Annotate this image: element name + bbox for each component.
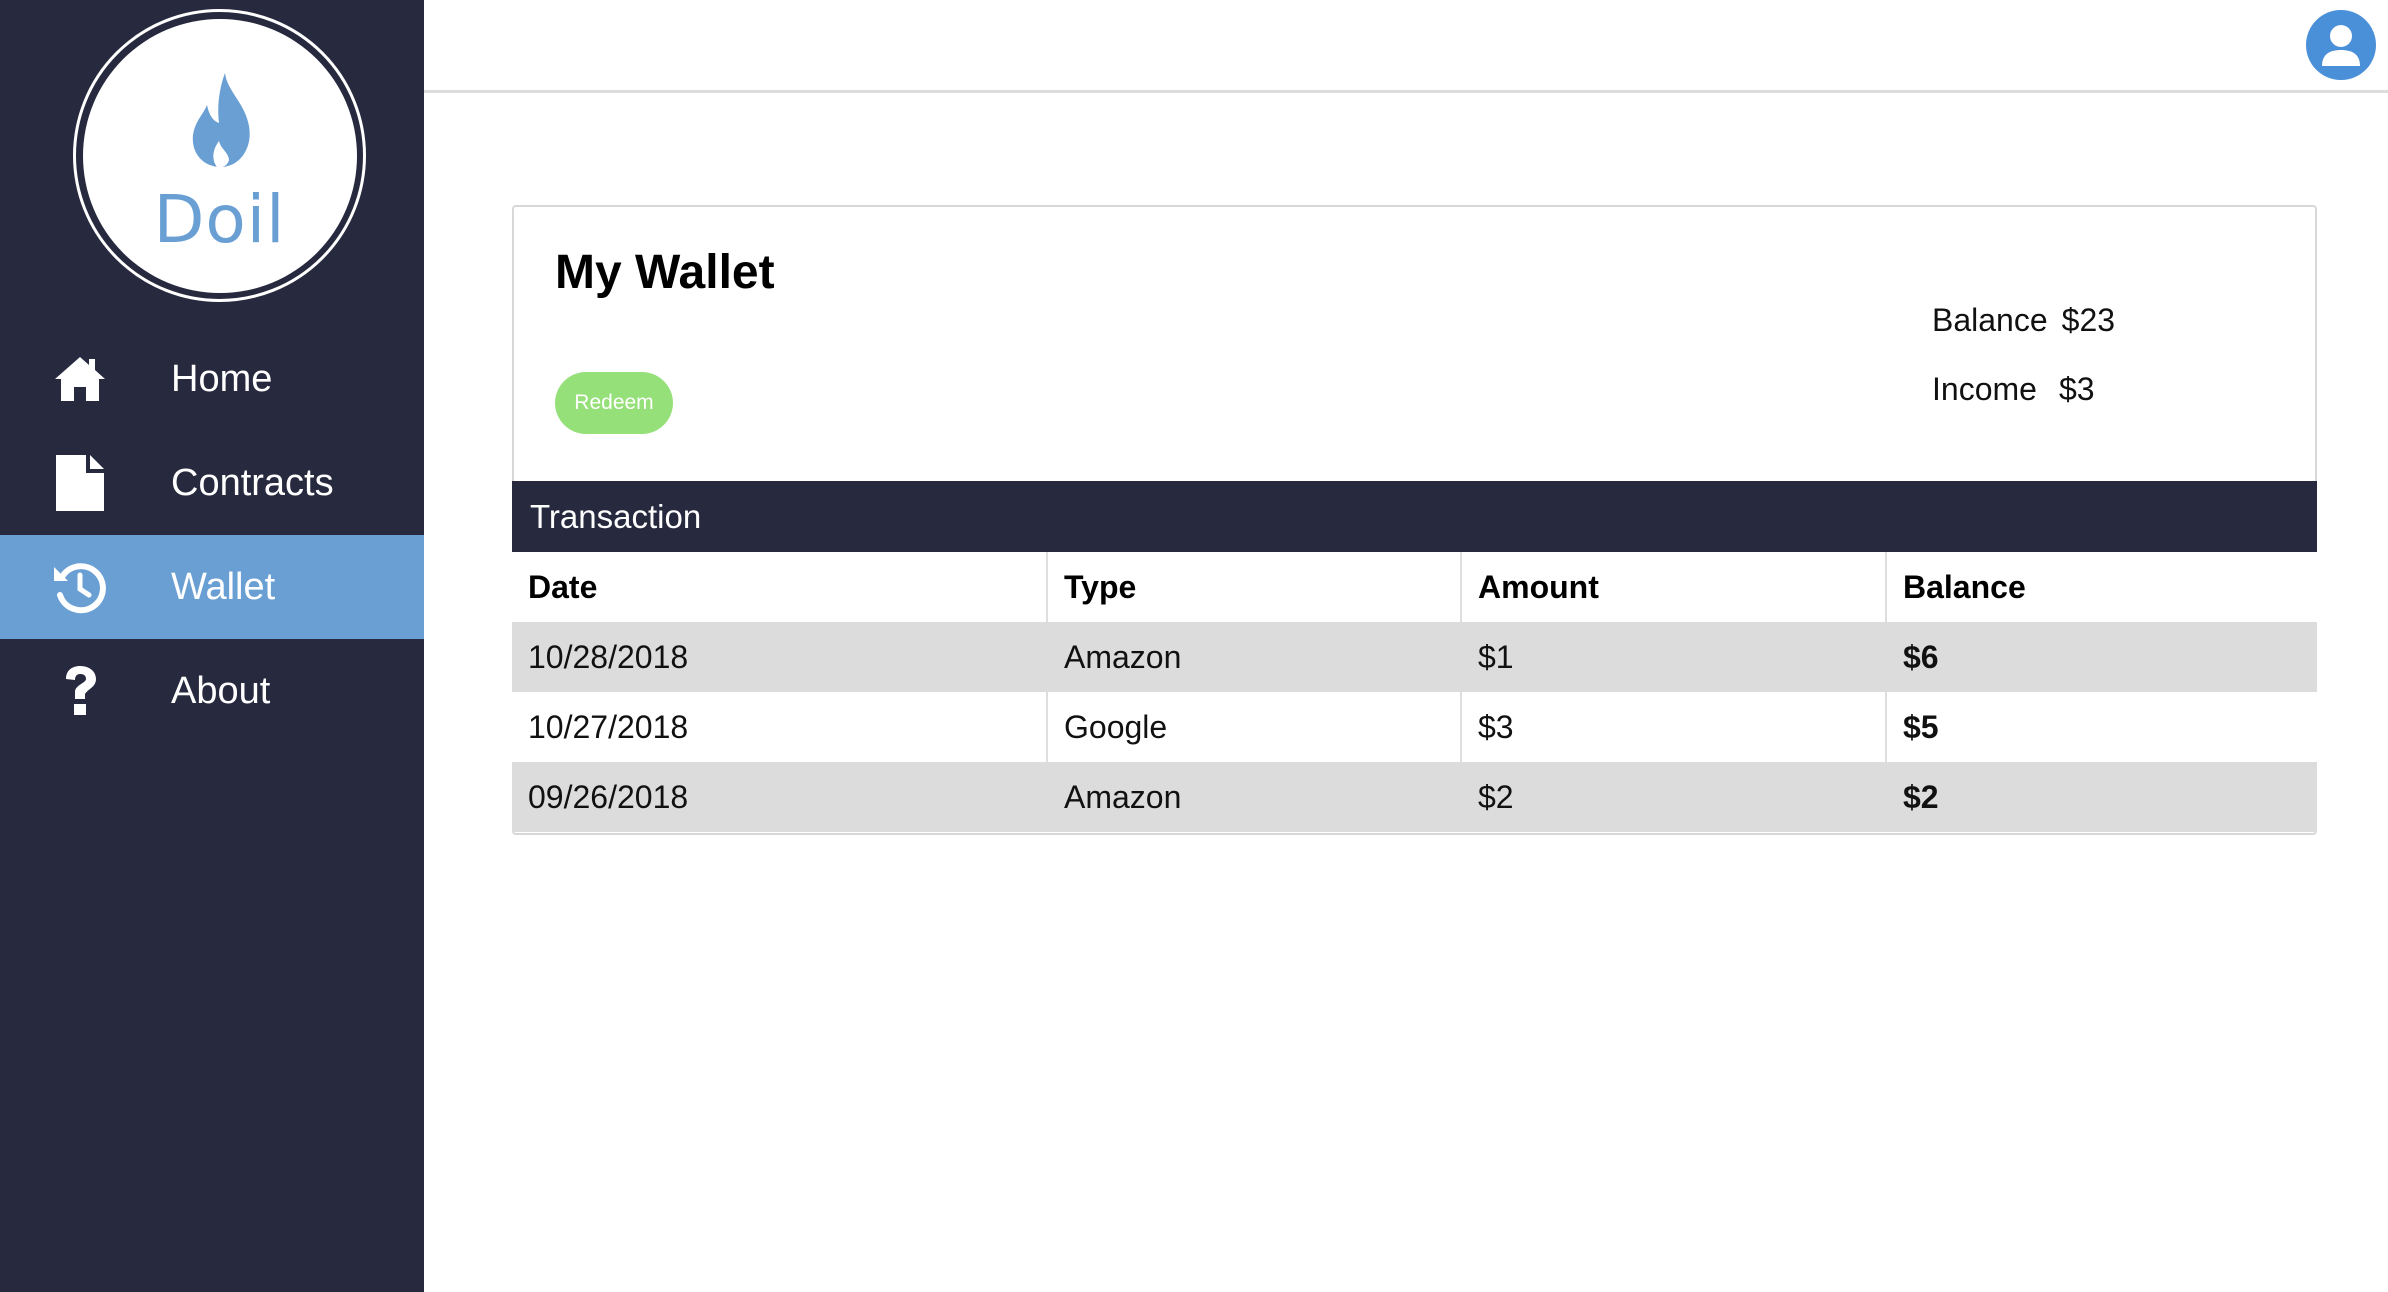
column-header-balance[interactable]: Balance xyxy=(1885,552,2317,622)
sidebar-item-contracts[interactable]: Contracts xyxy=(0,431,424,535)
question-icon xyxy=(50,661,110,721)
sidebar: Doil Home Contracts Wallet About xyxy=(0,0,424,1292)
logo-badge: Doil xyxy=(82,18,357,293)
table-header-row: Date Type Amount Balance xyxy=(512,552,2317,622)
sidebar-item-label: About xyxy=(171,669,271,712)
column-header-type[interactable]: Type xyxy=(1046,552,1461,622)
cell-type: Amazon xyxy=(1046,762,1461,832)
flame-icon xyxy=(192,72,250,167)
column-header-amount[interactable]: Amount xyxy=(1460,552,1886,622)
cell-amount: $3 xyxy=(1460,692,1886,762)
sidebar-nav: Home Contracts Wallet About xyxy=(0,327,424,743)
user-avatar-icon[interactable] xyxy=(2306,10,2376,80)
cell-type: Google xyxy=(1046,692,1461,762)
table-row[interactable]: 10/27/2018 Google $3 $5 xyxy=(512,692,2317,762)
cell-amount: $2 xyxy=(1460,762,1886,832)
income-stat: Income $3 xyxy=(1932,371,2095,408)
home-icon xyxy=(50,349,110,409)
cell-date: 10/27/2018 xyxy=(512,692,1047,762)
balance-value: $23 xyxy=(2061,302,2116,338)
transaction-table: Date Type Amount Balance 10/28/2018 Amaz… xyxy=(512,552,2317,832)
balance-label: Balance xyxy=(1932,302,2048,338)
sidebar-item-label: Wallet xyxy=(171,565,276,608)
wallet-card: My Wallet Redeem Balance $23 Income $3 T… xyxy=(512,205,2317,835)
balance-stat: Balance $23 xyxy=(1932,302,2115,339)
redeem-button[interactable]: Redeem xyxy=(555,372,673,434)
logo[interactable]: Doil xyxy=(73,9,366,302)
cell-balance: $6 xyxy=(1885,622,2317,692)
page-title: My Wallet xyxy=(555,246,775,299)
top-bar xyxy=(424,0,2388,93)
cell-type: Amazon xyxy=(1046,622,1461,692)
transaction-header: Transaction xyxy=(512,481,2317,552)
document-icon xyxy=(50,453,110,513)
sidebar-item-about[interactable]: About xyxy=(0,639,424,743)
cell-amount: $1 xyxy=(1460,622,1886,692)
column-header-date[interactable]: Date xyxy=(512,552,1047,622)
cell-date: 10/28/2018 xyxy=(512,622,1047,692)
table-row[interactable]: 10/28/2018 Amazon $1 $6 xyxy=(512,622,2317,692)
income-value: $3 xyxy=(2058,371,2095,407)
sidebar-item-label: Contracts xyxy=(171,461,334,504)
logo-text: Doil xyxy=(153,180,286,258)
sidebar-item-wallet[interactable]: Wallet xyxy=(0,535,424,639)
sidebar-item-label: Home xyxy=(171,357,273,400)
sidebar-item-home[interactable]: Home xyxy=(0,327,424,431)
cell-date: 09/26/2018 xyxy=(512,762,1047,832)
cell-balance: $2 xyxy=(1885,762,2317,832)
history-icon xyxy=(50,557,110,617)
cell-balance: $5 xyxy=(1885,692,2317,762)
income-label: Income xyxy=(1932,371,2037,407)
table-row[interactable]: 09/26/2018 Amazon $2 $2 xyxy=(512,762,2317,832)
